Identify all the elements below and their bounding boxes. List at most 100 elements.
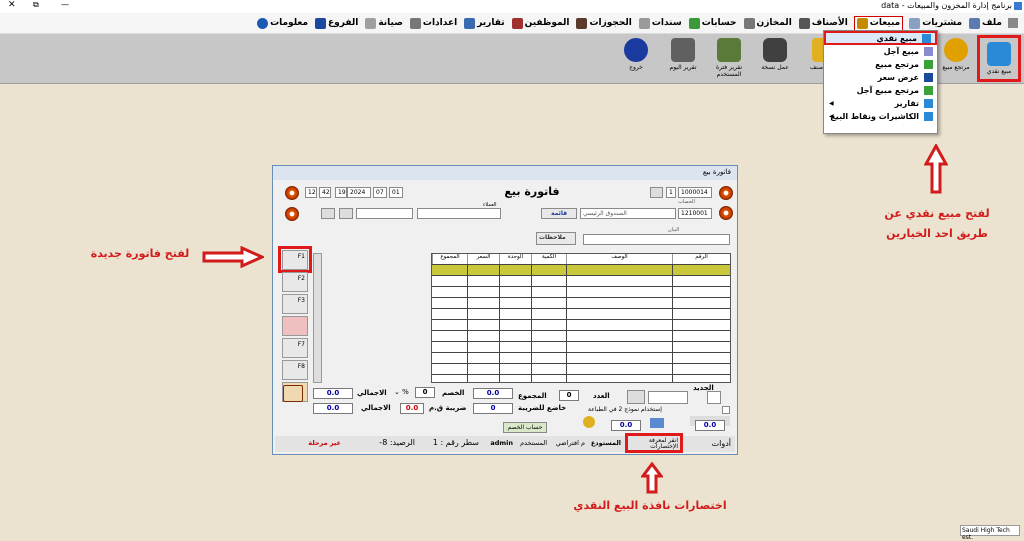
column-header-quantity: الكمية <box>531 254 566 264</box>
credit-sale-icon <box>924 47 933 56</box>
dropdown-item-credit-return[interactable]: مرتجع مبيع آجل <box>824 84 937 97</box>
customer-field[interactable] <box>417 208 501 219</box>
up-arrow-annotation-icon <box>924 144 948 194</box>
invoice-items-grid: الرقم الوصف الكمية الوحدة السعر المجموع <box>431 253 731 383</box>
close-window-button[interactable]: ✕ <box>8 0 16 10</box>
reports-icon <box>924 99 933 108</box>
discount-value[interactable]: 0 <box>415 387 435 398</box>
minimize-window-button[interactable]: — <box>61 0 69 9</box>
edit-button[interactable]: F3 <box>282 294 308 314</box>
menu-settings[interactable]: اعدادات <box>409 17 457 29</box>
table-row[interactable] <box>432 275 730 286</box>
search-icon[interactable] <box>321 208 335 219</box>
table-row[interactable] <box>432 297 730 308</box>
notes-button[interactable]: ملاحظات <box>536 232 576 245</box>
menu-branches[interactable]: الفروع <box>315 17 358 29</box>
date-month-field[interactable]: 07 <box>373 187 387 198</box>
print-option-checkbox[interactable] <box>722 406 730 414</box>
daily-report-icon <box>671 38 695 62</box>
account-code-field[interactable]: 1210001 <box>678 208 712 219</box>
dropdown-item-cashiers[interactable]: الكاشيرات ونقاط البيع ◀ <box>824 110 937 123</box>
reports-icon <box>464 17 476 29</box>
table-row[interactable] <box>432 286 730 297</box>
dropdown-item-sale-return[interactable]: مرتجع مبيع <box>824 58 937 71</box>
dropdown-item-price-quote[interactable]: عرض سعر <box>824 71 937 84</box>
save-button[interactable]: F2 <box>282 272 308 292</box>
table-row[interactable] <box>432 330 730 341</box>
search-button[interactable]: F7 <box>282 338 308 358</box>
menu-items[interactable]: الأصناف <box>798 17 848 29</box>
dropdown-item-credit-sale[interactable]: مبيع آجل <box>824 45 937 58</box>
menu-accounts[interactable]: حسابات <box>688 17 737 29</box>
barcode-input[interactable] <box>648 391 688 404</box>
column-divider <box>499 264 500 382</box>
table-row[interactable] <box>432 363 730 374</box>
menu-file[interactable]: ملف <box>969 17 1002 29</box>
new-invoice-highlight <box>278 246 312 273</box>
customer-details-icon[interactable] <box>339 208 353 219</box>
lock-icon <box>624 38 648 62</box>
time-second-field[interactable]: 19 <box>335 187 347 198</box>
toolbar-user-period-report-button[interactable]: تقرير فترة المستخدم <box>710 38 748 80</box>
shortcuts-button[interactable]: انقر لمعرفة الإختصارات <box>625 433 683 453</box>
menu-reservations[interactable]: الحجوزات <box>576 17 632 29</box>
cancel-button[interactable] <box>282 316 308 336</box>
print-button[interactable]: F8 <box>282 360 308 380</box>
barcode-field[interactable] <box>707 391 721 404</box>
menu-employees[interactable]: الموظفين <box>511 17 569 29</box>
time-minute-field[interactable]: 42 <box>319 187 331 198</box>
toolbar-sale-return-button[interactable]: مرتجع مبيع <box>937 38 975 80</box>
vouchers-icon <box>638 17 650 29</box>
book-icon[interactable] <box>650 187 663 198</box>
toolbar-backup-button[interactable]: عمل نسخة <box>756 38 794 80</box>
clear-button[interactable] <box>285 207 299 221</box>
discount-type-select[interactable]: ⌄ % <box>394 388 409 396</box>
table-row[interactable] <box>432 374 730 385</box>
menu-purchases[interactable]: مشتريات <box>909 17 962 29</box>
exit-icon[interactable] <box>283 385 303 402</box>
counter-field[interactable]: 1 <box>666 187 676 198</box>
toolbar-exit-button[interactable]: خروج <box>617 38 655 80</box>
menu-maintenance[interactable]: صيانة <box>365 17 403 29</box>
invoice-number-field[interactable]: 1000014 <box>678 187 712 198</box>
dropdown-item-cash-sale[interactable]: مبيع نقدي <box>824 31 937 45</box>
date-year-field[interactable]: 2024 <box>347 187 371 198</box>
note-field[interactable] <box>583 234 730 245</box>
prev-record-button[interactable] <box>285 186 299 200</box>
dropdown-item-reports[interactable]: تقارير ◀ <box>824 97 937 110</box>
menu-reports[interactable]: تقارير <box>464 17 505 29</box>
right-arrow-annotation-icon <box>202 246 264 268</box>
sale-return-icon <box>924 60 933 69</box>
menu-stores[interactable]: المخازن <box>743 17 792 29</box>
table-row[interactable] <box>432 352 730 363</box>
menu-tools-icon[interactable] <box>1008 18 1018 28</box>
account-lookup-button[interactable] <box>719 206 733 220</box>
customer-name-field[interactable] <box>356 208 413 219</box>
toolbar-cash-sale-button[interactable]: مبيع نقدي <box>977 35 1021 82</box>
account-name-field[interactable]: الصندوق الرئيسي <box>580 208 676 219</box>
calc-discount-button[interactable]: حساب الخصم <box>503 422 547 433</box>
toolbar-daily-report-button[interactable]: تقرير اليوم <box>664 38 702 80</box>
column-header-price: السعر <box>467 254 499 264</box>
table-row[interactable] <box>432 341 730 352</box>
next-record-button[interactable] <box>719 186 733 200</box>
menu-info[interactable]: معلومات <box>257 17 308 29</box>
list-button[interactable]: قائمة <box>541 208 577 219</box>
cashier-icon[interactable] <box>583 416 595 428</box>
barcode-search-icon[interactable] <box>627 390 645 404</box>
column-divider <box>531 264 532 382</box>
grand-total-value: 0.0 <box>313 403 353 414</box>
table-row-selected[interactable] <box>432 264 730 275</box>
menu-sales[interactable]: مبيعات <box>853 15 904 31</box>
tools-menu[interactable]: أدوات <box>712 439 731 448</box>
sum-label: المجموع <box>518 392 547 400</box>
warehouse-label: المستودع <box>590 439 621 447</box>
date-day-field[interactable]: 01 <box>389 187 403 198</box>
card-icon[interactable] <box>650 418 664 428</box>
table-row[interactable] <box>432 308 730 319</box>
menu-vouchers[interactable]: سندات <box>638 17 682 29</box>
grid-scrollbar[interactable] <box>313 253 322 383</box>
time-hour-field[interactable]: 12 <box>305 187 317 198</box>
table-row[interactable] <box>432 319 730 330</box>
restore-window-button[interactable]: ⧉ <box>33 0 39 10</box>
